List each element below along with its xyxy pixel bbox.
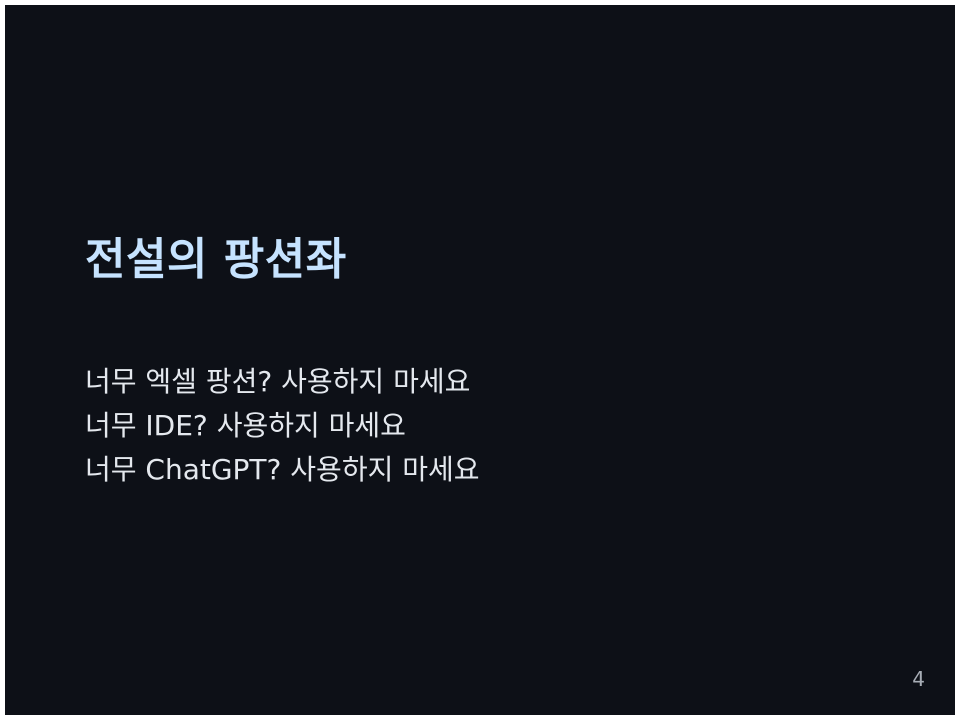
body-line: 너무 엑셀 팡션? 사용하지 마세요	[85, 365, 471, 398]
slide: 전설의 팡션좌 너무 엑셀 팡션? 사용하지 마세요 너무 IDE? 사용하지 …	[5, 5, 955, 715]
body-line: 너무 ChatGPT? 사용하지 마세요	[85, 453, 480, 486]
slide-title: 전설의 팡션좌	[85, 234, 347, 285]
page-number: 4	[912, 667, 925, 691]
body-line: 너무 IDE? 사용하지 마세요	[85, 409, 406, 442]
slide-body: 너무 엑셀 팡션? 사용하지 마세요 너무 IDE? 사용하지 마세요 너무 C…	[85, 360, 480, 492]
